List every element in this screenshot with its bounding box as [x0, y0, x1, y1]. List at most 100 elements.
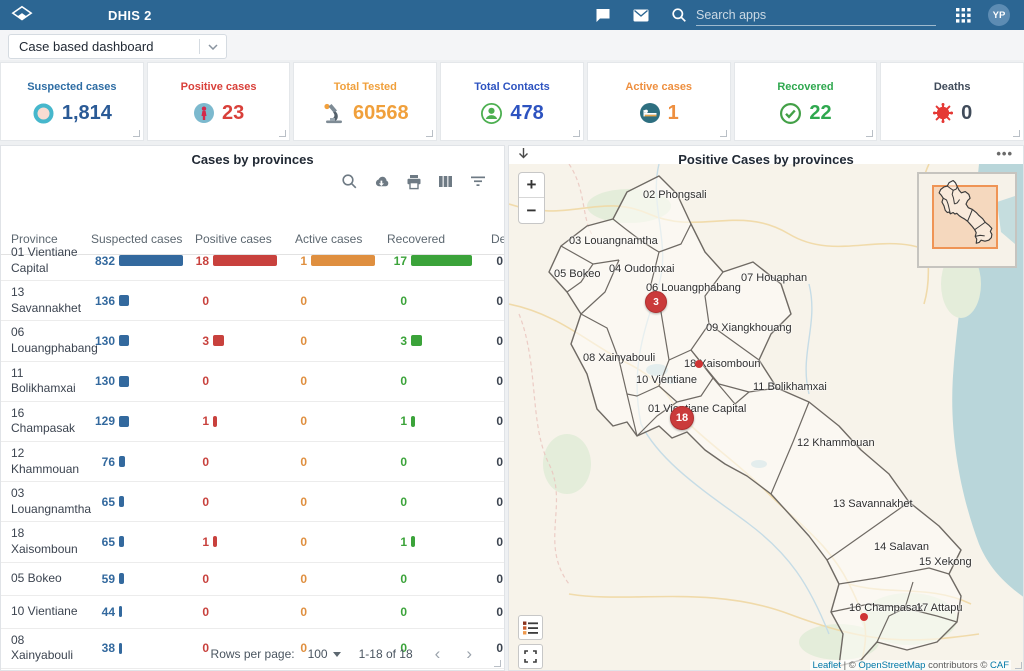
map-fullscreen-button[interactable] [518, 644, 543, 669]
card-value: 22 [809, 102, 831, 125]
stat-card-suspected-cases[interactable]: Suspected cases1,814 [0, 62, 144, 141]
active-cell: 0 [293, 414, 385, 428]
recovered-cell: 0 [385, 495, 479, 509]
card-resize-handle[interactable] [426, 130, 433, 137]
card-value-row: 23 [193, 102, 244, 125]
card-resize-handle[interactable] [573, 130, 580, 137]
table-row: 10 Vientiane440000 [1, 596, 505, 629]
positive-cell: 1 [193, 414, 293, 428]
leaflet-map[interactable]: + − [509, 164, 1024, 671]
leaflet-link[interactable]: Leaflet [812, 660, 841, 671]
case-point-marker[interactable] [695, 360, 703, 368]
previous-page-button[interactable]: ‹ [431, 644, 445, 664]
deaths-cell: 0 [479, 254, 505, 268]
columns-icon[interactable] [437, 173, 454, 190]
dashboard-selector-label: Case based dashboard [19, 39, 199, 54]
suspected-cell: 59 [89, 572, 193, 586]
card-value-row: 1 [639, 102, 679, 125]
overview-minimap[interactable] [917, 172, 1017, 268]
cloud-download-icon[interactable] [373, 173, 390, 190]
map-download-icon[interactable] [517, 147, 530, 165]
table-panel-title: Cases by provinces [1, 146, 504, 167]
stat-card-positive-cases[interactable]: Positive cases23 [147, 62, 291, 141]
chevron-down-icon[interactable] [200, 44, 226, 50]
card-resize-handle[interactable] [1013, 130, 1020, 137]
positive-cell: 0 [193, 294, 293, 308]
positive-cell: 0 [193, 455, 293, 469]
positive-cell: 1 [193, 535, 293, 549]
rows-per-page-label: Rows per page: [211, 647, 295, 661]
app-title: DHIS 2 [108, 8, 152, 23]
messages-mail-icon[interactable] [628, 0, 654, 30]
user-avatar[interactable]: YP [988, 4, 1010, 26]
zoom-out-button[interactable]: − [519, 198, 544, 223]
dashboard-selector[interactable]: Case based dashboard [8, 34, 227, 59]
top-navbar: DHIS 2 [0, 0, 1024, 30]
panel-resize-handle[interactable] [494, 660, 501, 667]
deaths-cell: 0 [479, 605, 505, 619]
card-resize-handle[interactable] [133, 130, 140, 137]
search-icon[interactable] [341, 173, 358, 190]
map-resize-handle[interactable] [1015, 662, 1022, 669]
deaths-cell: 0 [479, 495, 505, 509]
table-row: 01 Vientiane Capital832181170 [1, 241, 505, 281]
recovered-cell: 1 [385, 414, 479, 428]
map-more-options-icon[interactable]: ••• [996, 146, 1013, 161]
dhis2-logo[interactable] [0, 0, 44, 30]
stat-card-total-contacts[interactable]: Total Contacts478 [440, 62, 584, 141]
caf-link[interactable]: CAF [990, 660, 1009, 671]
stat-card-active-cases[interactable]: Active cases1 [587, 62, 731, 141]
table-row: 18 Xaisomboun651010 [1, 522, 505, 562]
suspected-cell: 130 [89, 334, 193, 348]
case-cluster-marker-3[interactable]: 3 [645, 291, 667, 313]
map-label-13-savannakhet: 13 Savannakhet [833, 498, 913, 510]
card-resize-handle[interactable] [866, 130, 873, 137]
suspected-cell: 136 [89, 294, 193, 308]
deaths-cell: 0 [479, 455, 505, 469]
contact-person-icon [480, 102, 503, 125]
stat-card-deaths[interactable]: Deaths0 [880, 62, 1024, 141]
print-icon[interactable] [405, 173, 422, 190]
map-header: Positive Cases by provinces ••• [509, 146, 1023, 164]
case-cluster-marker-18[interactable]: 18 [670, 406, 694, 430]
map-label-16-champasak: 16 Champasak [849, 602, 923, 614]
suspected-cell: 65 [89, 495, 193, 509]
openstreetmap-link[interactable]: OpenStreetMap [858, 660, 925, 671]
deaths-cell: 0 [479, 572, 505, 586]
rows-per-page-control[interactable]: Rows per page: 100 [211, 647, 341, 661]
virus-icon [932, 102, 954, 124]
suspected-cell: 832 [89, 254, 193, 268]
card-label: Suspected cases [27, 81, 116, 93]
card-label: Recovered [777, 81, 833, 93]
card-resize-handle[interactable] [720, 130, 727, 137]
province-cell: 13 Savannakhet [1, 285, 89, 316]
card-resize-handle[interactable] [279, 130, 286, 137]
recovered-cell: 0 [385, 572, 479, 586]
province-cell: 18 Xaisomboun [1, 526, 89, 557]
dashboard-selector-bar: Case based dashboard [0, 30, 1024, 60]
map-label-12-khammouan: 12 Khammouan [797, 437, 875, 449]
next-page-button[interactable]: › [462, 644, 476, 664]
zoom-in-button[interactable]: + [519, 173, 544, 198]
rows-per-page-value: 100 [308, 647, 328, 661]
active-cell: 0 [293, 535, 385, 549]
deaths-cell: 0 [479, 641, 505, 655]
deaths-cell: 0 [479, 334, 505, 348]
attribution-separator: | © [841, 660, 858, 671]
search-apps-input[interactable] [696, 8, 936, 22]
suspected-bar [119, 295, 129, 306]
province-cell: 16 Champasak [1, 406, 89, 437]
stat-card-total-tested[interactable]: Total Tested60568 [293, 62, 437, 141]
filter-icon[interactable] [469, 173, 486, 190]
card-value: 23 [222, 102, 244, 125]
search-icon[interactable] [666, 0, 692, 30]
stat-card-recovered[interactable]: Recovered 22 [734, 62, 878, 141]
active-bar [311, 255, 375, 266]
interpretations-chat-icon[interactable] [590, 0, 616, 30]
table-row: 03 Louangnamtha650000 [1, 482, 505, 522]
apps-grid-icon[interactable] [950, 0, 976, 30]
map-legend-button[interactable] [518, 615, 543, 640]
case-point-marker[interactable] [860, 613, 868, 621]
search-apps-field [696, 4, 936, 26]
suspected-bar [119, 496, 124, 507]
